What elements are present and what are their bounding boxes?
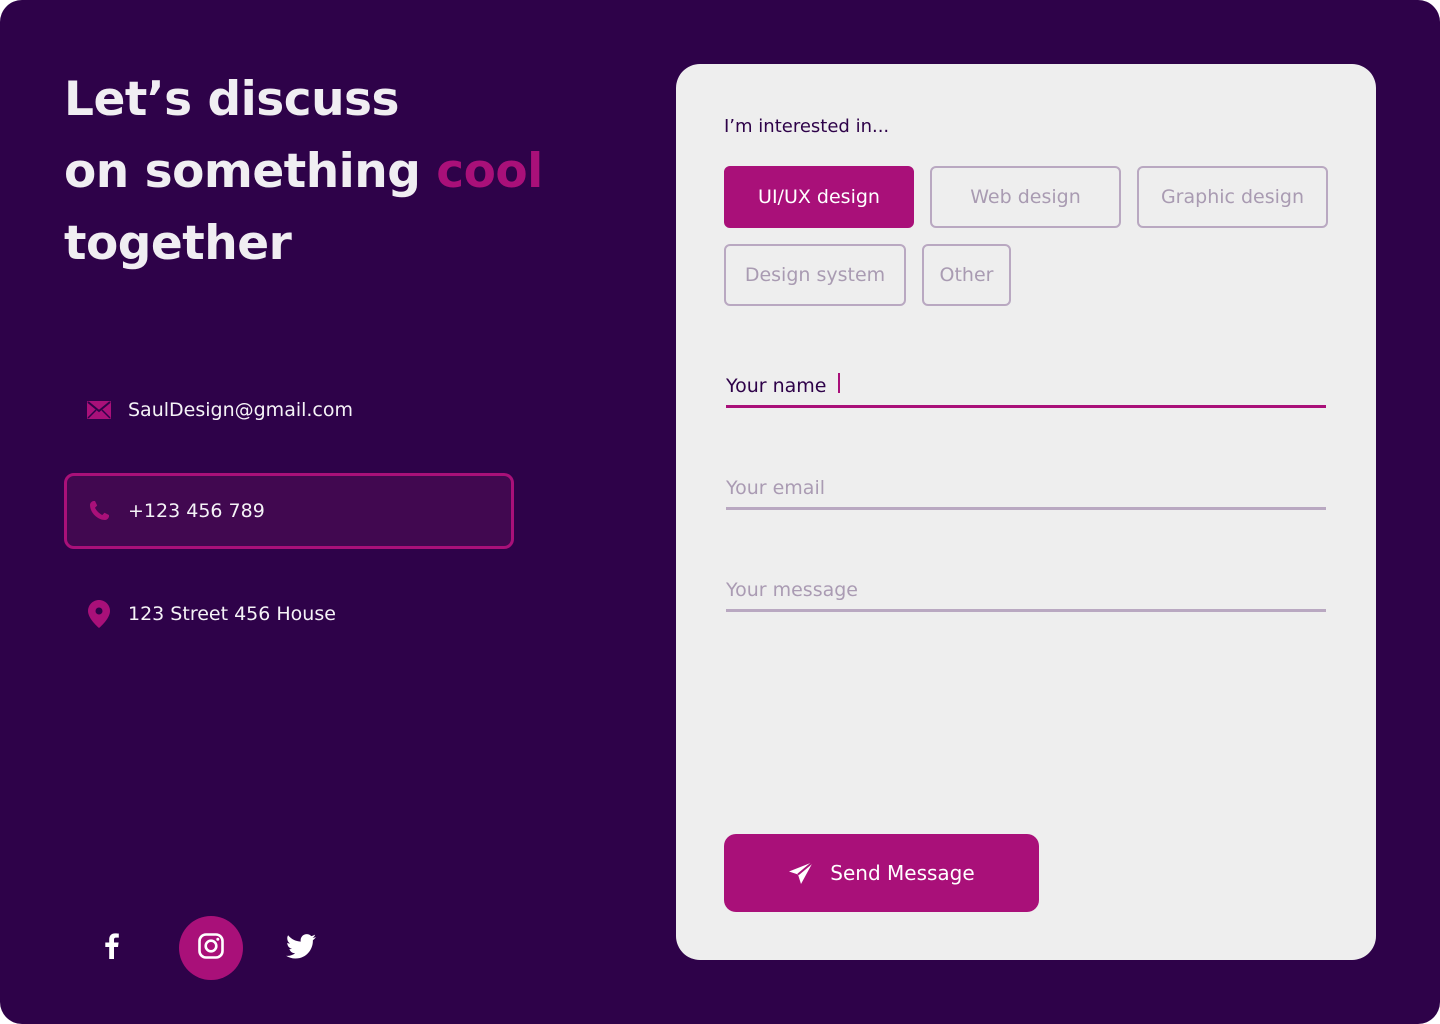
chip-graphic-design[interactable]: Graphic design (1137, 166, 1328, 228)
headline-line-2-prefix: on something (64, 144, 437, 199)
name-input[interactable] (726, 375, 1326, 397)
facebook-icon (105, 933, 119, 963)
chip-web-design[interactable]: Web design (930, 166, 1121, 228)
chip-ui-ux-design[interactable]: UI/UX design (724, 166, 914, 228)
headline-accent-word: cool (436, 144, 543, 199)
mail-icon (86, 397, 112, 423)
contact-address-text: 123 Street 456 House (128, 603, 336, 625)
phone-icon (86, 498, 112, 524)
contact-email[interactable]: SaulDesign@gmail.com (64, 372, 514, 448)
contact-email-text: SaulDesign@gmail.com (128, 399, 354, 421)
headline-line-2: on something cool (64, 136, 584, 208)
twitter-link[interactable] (269, 916, 333, 980)
twitter-icon (286, 933, 316, 963)
text-caret (838, 373, 840, 393)
chip-design-system[interactable]: Design system (724, 244, 906, 306)
facebook-link[interactable] (80, 916, 144, 980)
send-icon (788, 861, 814, 885)
location-pin-icon (86, 600, 112, 628)
name-field[interactable] (726, 358, 1326, 408)
contact-form-card: I’m interested in... UI/UX design Web de… (676, 64, 1376, 960)
instagram-link[interactable] (179, 916, 243, 980)
chip-other[interactable]: Other (922, 244, 1011, 306)
headline-line-1: Let’s discuss (64, 72, 399, 127)
page-headline: Let’s discuss on something cool together (64, 64, 584, 280)
contact-address[interactable]: 123 Street 456 House (64, 576, 514, 652)
send-message-button[interactable]: Send Message (724, 834, 1039, 912)
contact-page: Let’s discuss on something cool together… (0, 0, 1440, 1024)
interest-label: I’m interested in... (724, 116, 890, 137)
instagram-icon (198, 933, 224, 963)
email-input[interactable] (726, 477, 1326, 499)
send-message-label: Send Message (830, 861, 975, 885)
email-field[interactable] (726, 460, 1326, 510)
headline-line-3: together (64, 216, 292, 271)
message-input[interactable] (726, 579, 1326, 601)
message-field[interactable] (726, 562, 1326, 612)
contact-phone-text: +123 456 789 (128, 500, 265, 522)
contact-phone[interactable]: +123 456 789 (64, 473, 514, 549)
